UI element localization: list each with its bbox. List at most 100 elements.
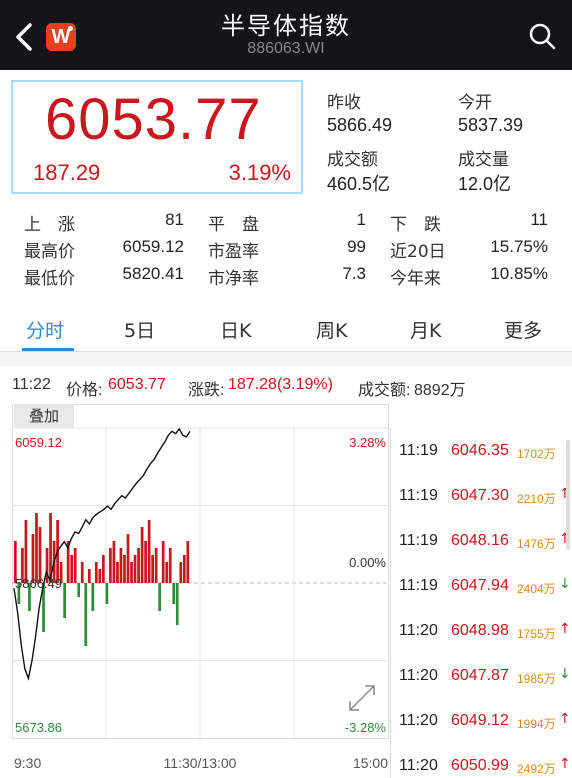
volume-bar: [140, 527, 144, 583]
stat-value-volume: 12.0亿: [458, 174, 512, 194]
up-arrow-icon: ↑: [559, 621, 571, 637]
volume-bar: [119, 548, 123, 583]
breadth-label: 市净率: [208, 269, 259, 289]
tick-row: 11:20 6049.12 1994万 ↑: [391, 698, 572, 743]
breadth-value: 1: [356, 210, 366, 229]
intraday-chart[interactable]: 6059.12 5866.49 5673.86 3.28% 0.00% -3.28% 9:3…: [12, 404, 390, 778]
volume-bar: [87, 569, 91, 583]
breadth-value: 5820.41: [122, 264, 184, 283]
volume-bar: [35, 513, 38, 583]
volume-bar: [147, 520, 151, 583]
tab-intraday[interactable]: 分时: [26, 316, 64, 343]
up-arrow-icon: ↑: [559, 756, 571, 772]
volume-bar: [161, 541, 165, 583]
tick-row: 11:20 6047.87 1985万 ↓: [391, 653, 572, 698]
volume-bar: [168, 548, 172, 583]
tab-weekly-k[interactable]: 周K: [316, 316, 347, 343]
volume-bar: [126, 534, 130, 583]
tick-row: 11:19 6048.16 1476万 ↑: [391, 518, 572, 563]
tick-volume: 1476万: [517, 537, 556, 551]
tick-price: 6050.99: [451, 757, 509, 774]
breadth-value: 11: [530, 210, 548, 229]
tick-volume: 1994万: [517, 717, 556, 731]
breadth-value: 15.75%: [490, 237, 548, 256]
stat-label-prev-close: 昨收: [327, 93, 361, 113]
tab-5day[interactable]: 5日: [124, 316, 155, 343]
pct-label-high: 3.28%: [349, 435, 386, 450]
volume-bar: [158, 583, 162, 611]
stat-value-amount: 460.5亿: [327, 174, 391, 194]
volume-bar: [105, 583, 109, 604]
tick-price: 6047.87: [451, 667, 509, 684]
breadth-label: 上 涨: [24, 215, 75, 235]
tick-volume: 1702万: [517, 447, 556, 461]
info-change-label: 涨跌:: [188, 382, 225, 399]
pct-label-low: -3.28%: [345, 720, 387, 735]
tick-volume: 1985万: [517, 672, 556, 686]
volume-bar: [73, 548, 77, 583]
tick-volume: 1755万: [517, 627, 556, 641]
breadth-label: 最高价: [24, 242, 75, 262]
breadth-label: 最低价: [24, 269, 75, 289]
tick-price: 6048.16: [451, 532, 509, 549]
tick-time: 11:19: [399, 532, 438, 549]
search-icon[interactable]: [528, 22, 556, 50]
volume-bar: [98, 569, 102, 583]
volume-bar: [38, 527, 42, 583]
tab-daily-k[interactable]: 日K: [220, 316, 251, 343]
breadth-label: 平 盘: [208, 215, 259, 235]
info-price-label: 价格:: [66, 382, 103, 399]
volume-bar: [144, 541, 147, 583]
section-divider: [0, 352, 572, 366]
tick-row: 11:20 6050.99 2492万 ↑: [391, 743, 572, 778]
volume-bar: [133, 555, 137, 583]
current-price: 6053.77: [45, 87, 262, 152]
breadth-value: 7.3: [342, 264, 366, 283]
tick-time: 11:19: [399, 442, 438, 459]
y-label-mid: 5866.49: [15, 576, 62, 591]
tick-list-scrollbar[interactable]: [566, 440, 570, 550]
breadth-value: 81: [165, 210, 184, 229]
breadth-value: 10.85%: [490, 264, 548, 283]
volume-bar: [70, 555, 74, 583]
y-label-low: 5673.86: [15, 720, 62, 735]
stat-value-open: 5837.39: [458, 115, 524, 135]
volume-bar: [186, 541, 190, 583]
breadth-value: 6059.12: [122, 237, 184, 256]
stat-label-amount: 成交额: [327, 150, 378, 170]
pct-label-mid: 0.00%: [349, 555, 386, 570]
volume-bar: [94, 562, 98, 583]
expand-icon[interactable]: [349, 685, 375, 711]
tick-time: 11:20: [399, 712, 438, 729]
trade-tick-list[interactable]: 11:19 6046.35 1702万 11:19 6047.30 2210万 ↑ 11:19…: [390, 428, 572, 778]
volume-bar: [109, 548, 112, 583]
volume-bar: [154, 548, 158, 583]
tick-time: 11:20: [399, 622, 438, 639]
price-change-pct: 3.19%: [228, 160, 291, 185]
tab-more[interactable]: 更多: [504, 316, 542, 343]
y-label-high: 6059.12: [15, 435, 62, 450]
volume-bar: [91, 583, 95, 611]
volume-bar: [84, 583, 88, 646]
active-tab-indicator: [22, 348, 74, 351]
info-change: 187.28(3.19%): [228, 376, 333, 393]
price-panel: 6053.77 187.29 3.19%: [11, 80, 303, 194]
tick-time: 11:19: [399, 487, 438, 504]
breadth-label: 市盈率: [208, 242, 259, 262]
volume-bar: [137, 548, 140, 583]
volume-bar: [179, 562, 183, 583]
volume-bar: [77, 583, 81, 597]
tick-volume: 2492万: [517, 762, 556, 776]
tab-monthly-k[interactable]: 月K: [410, 316, 441, 343]
chart-period-tabs: 分时 5日 日K 周K 月K 更多: [0, 310, 572, 352]
volume-bar: [102, 555, 105, 583]
tick-volume: 2404万: [517, 582, 556, 596]
tick-time: 11:20: [399, 667, 438, 684]
info-price: 6053.77: [108, 376, 166, 393]
overlay-button[interactable]: 叠加: [14, 404, 74, 428]
down-arrow-icon: ↓: [559, 576, 571, 592]
volume-bar: [63, 583, 66, 618]
x-label-midday: 11:30/13:00: [164, 755, 237, 771]
volume-bar: [116, 562, 119, 583]
breadth-label: 近20日: [390, 242, 446, 262]
